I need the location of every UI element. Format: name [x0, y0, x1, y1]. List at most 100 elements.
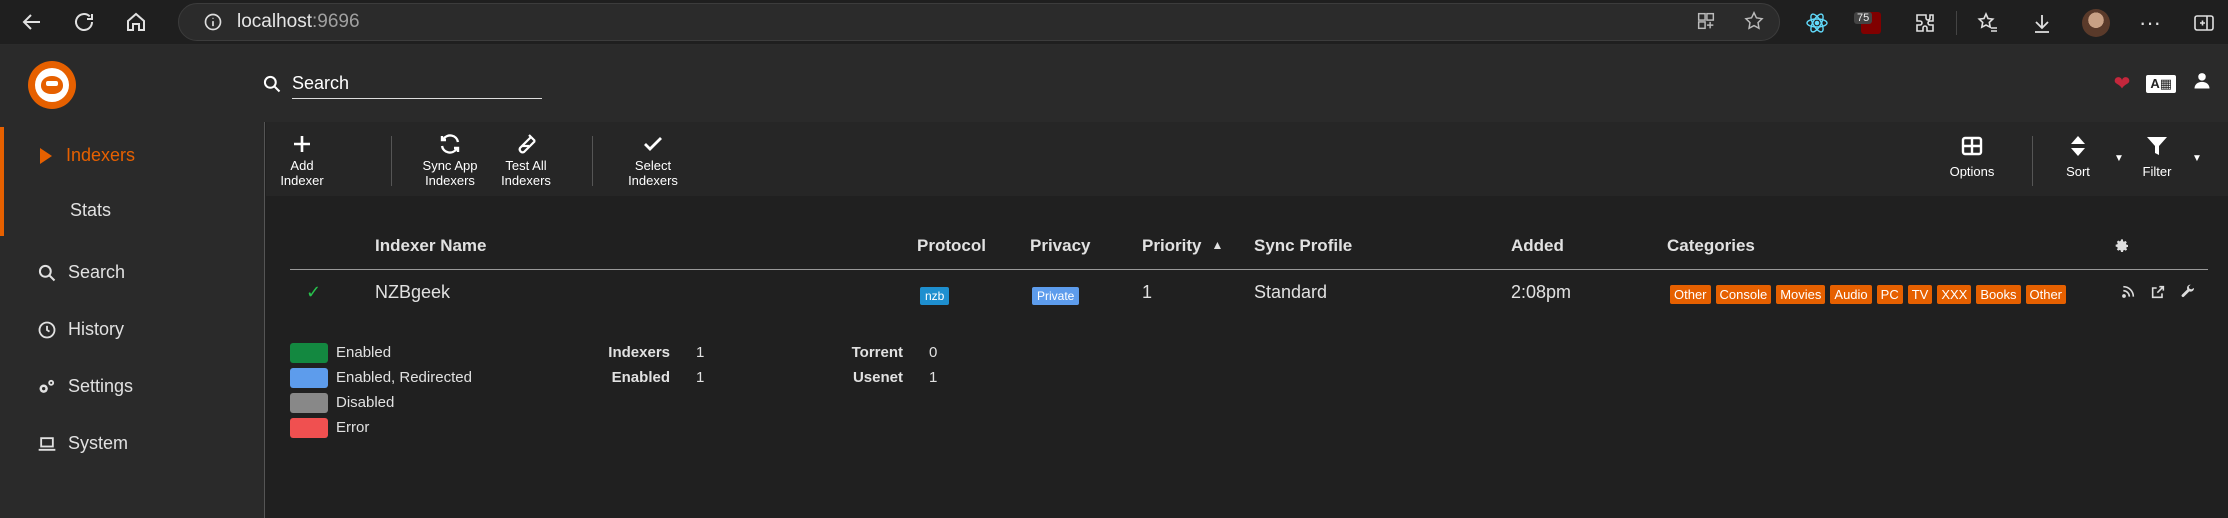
- downloads-icon[interactable]: [2015, 0, 2069, 45]
- sidebar-item-label: Settings: [68, 376, 134, 396]
- back-icon[interactable]: [6, 0, 58, 45]
- search-icon: [263, 75, 281, 93]
- category-badge: Other: [1670, 285, 1711, 304]
- sync-app-indexers-button[interactable]: Sync App Indexers: [420, 122, 480, 196]
- favorite-star-icon[interactable]: [1743, 10, 1765, 37]
- sync-icon: [440, 134, 460, 154]
- legend-error: Error: [290, 415, 472, 440]
- category-badge: XXX: [1937, 285, 1972, 304]
- sidebar: Indexers Stats Search History Settings S…: [0, 122, 265, 518]
- col-categories[interactable]: Categories: [1667, 236, 1755, 256]
- rss-icon[interactable]: [2120, 284, 2136, 305]
- test-all-indexers-button[interactable]: Test All Indexers: [496, 122, 556, 196]
- filter-caret-icon[interactable]: ▼: [2192, 153, 2202, 164]
- status-legend: Enabled Enabled, Redirected Disabled Err…: [290, 340, 472, 440]
- table-row[interactable]: ✓ NZBgeek nzb Private 1 Standard 2:08pm …: [290, 272, 2208, 316]
- play-icon: [40, 147, 52, 164]
- filter-button[interactable]: Filter: [2132, 122, 2182, 196]
- category-badge: Movies: [1776, 285, 1826, 304]
- indexer-stats-left: Indexers 1 Enabled 1: [580, 340, 704, 390]
- col-sync-profile[interactable]: Sync Profile: [1254, 236, 1352, 256]
- flask-icon: [518, 134, 536, 154]
- category-badge: PC: [1876, 285, 1903, 304]
- stat-value-enabled: 1: [696, 369, 705, 386]
- translate-icon[interactable]: A▦: [2146, 74, 2176, 93]
- sidebar-item-history[interactable]: History: [0, 301, 264, 358]
- search-input[interactable]: [292, 69, 542, 99]
- protocol-badge: nzb: [920, 287, 950, 305]
- sidebar-item-indexers[interactable]: Indexers: [0, 127, 264, 184]
- favorites-icon[interactable]: [1961, 0, 2015, 45]
- home-icon[interactable]: [110, 0, 162, 45]
- more-menu-icon[interactable]: ···: [2123, 0, 2177, 45]
- sidebar-item-label: Indexers: [66, 145, 136, 165]
- address-bar[interactable]: localhost:9696: [178, 3, 1780, 41]
- external-link-icon[interactable]: [2150, 284, 2166, 305]
- indexer-name[interactable]: NZBgeek: [375, 282, 450, 303]
- legend-enabled: Enabled: [290, 340, 472, 365]
- wrench-icon[interactable]: [2180, 284, 2196, 305]
- options-button[interactable]: Options: [1942, 122, 2002, 196]
- sort-caret-icon[interactable]: ▼: [2114, 153, 2124, 164]
- checkmark-icon: [644, 137, 662, 151]
- select-indexers-button[interactable]: Select Indexers: [623, 122, 683, 196]
- enabled-check-icon: ✓: [306, 282, 322, 302]
- prowlarr-logo[interactable]: [28, 61, 76, 109]
- site-info-icon[interactable]: [193, 12, 233, 32]
- sidebar-item-search[interactable]: Search: [0, 244, 264, 301]
- category-badge: TV: [1907, 285, 1933, 304]
- sidebar-item-label: History: [68, 319, 125, 339]
- indexer-stats-right: Torrent 0 Usenet 1: [813, 340, 938, 390]
- table-options-gear-icon[interactable]: [2114, 238, 2130, 259]
- added-value: 2:08pm: [1511, 282, 1572, 302]
- refresh-icon[interactable]: [58, 0, 110, 45]
- sidebar-item-label: System: [68, 433, 129, 453]
- category-badge: Console: [1715, 285, 1772, 304]
- sidebar-item-label: Search: [68, 262, 126, 282]
- stat-value-torrent: 0: [929, 344, 938, 361]
- col-privacy[interactable]: Privacy: [1030, 236, 1091, 256]
- stat-label-indexers: Indexers: [608, 344, 670, 361]
- user-icon[interactable]: [2192, 71, 2212, 96]
- sort-button[interactable]: Sort: [2058, 122, 2098, 196]
- history-icon: [36, 320, 58, 340]
- app-available-icon[interactable]: [1695, 10, 1717, 37]
- sidebar-item-settings[interactable]: Settings: [0, 358, 264, 415]
- sidebar-item-stats[interactable]: Stats: [0, 184, 264, 236]
- donate-heart-icon[interactable]: ❤: [2114, 71, 2131, 96]
- priority-value: 1: [1142, 282, 1153, 302]
- sidebar-item-label: Stats: [70, 199, 112, 220]
- sort-asc-icon: ▲: [1211, 238, 1224, 252]
- sync-profile-value: Standard: [1254, 282, 1328, 302]
- col-added[interactable]: Added: [1511, 236, 1564, 256]
- add-indexer-button[interactable]: Add Indexer: [272, 122, 332, 196]
- cogs-icon: [36, 377, 58, 397]
- table-icon: [1961, 136, 1983, 156]
- search-icon: [36, 263, 58, 283]
- sidebar-item-system[interactable]: System: [0, 415, 264, 472]
- col-indexer-name[interactable]: Indexer Name: [375, 236, 487, 256]
- stat-value-usenet: 1: [929, 369, 938, 386]
- category-badge: Other: [2025, 285, 2067, 304]
- sidebar-toggle-icon[interactable]: [2177, 0, 2228, 45]
- profile-avatar[interactable]: [2069, 0, 2123, 45]
- sort-icon: [2071, 136, 2085, 156]
- stat-label-torrent: Torrent: [851, 344, 903, 361]
- browser-toolbar: localhost:9696 75 ···: [0, 0, 2228, 45]
- stat-value-indexers: 1: [696, 344, 705, 361]
- extensions-puzzle-icon[interactable]: [1898, 0, 1952, 45]
- filter-icon: [2147, 137, 2167, 155]
- ublock-icon[interactable]: 75: [1844, 0, 1898, 45]
- react-devtools-icon[interactable]: [1790, 0, 1844, 45]
- legend-enabled-redirected: Enabled, Redirected: [290, 365, 472, 390]
- category-badge: Books: [1976, 285, 2021, 304]
- category-badge: Audio: [1830, 285, 1872, 304]
- plus-icon: [294, 136, 310, 152]
- col-protocol[interactable]: Protocol: [917, 236, 986, 256]
- col-priority[interactable]: Priority ▲: [1142, 236, 1223, 256]
- url-text: localhost:9696: [237, 11, 360, 32]
- laptop-icon: [36, 434, 58, 454]
- ublock-count-badge: 75: [1854, 12, 1873, 24]
- legend-disabled: Disabled: [290, 390, 472, 415]
- stat-label-usenet: Usenet: [852, 369, 903, 386]
